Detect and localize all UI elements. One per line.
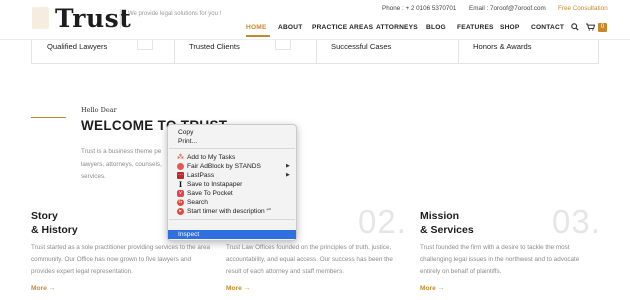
lastpass-icon: ··· <box>177 172 184 179</box>
hello-heading: Hello Dear <box>81 106 117 114</box>
column-title-line: & Services <box>420 224 474 236</box>
column-title-line: & History <box>31 224 78 236</box>
nav-attorneys[interactable]: ATTORNEYS <box>376 24 418 31</box>
stats-strip: Qualified Lawyers Trusted Clients Succes… <box>31 40 599 64</box>
stat-honors-awards: Honors & Awards <box>473 42 532 51</box>
nav-contact[interactable]: CONTACT <box>531 24 564 31</box>
cart-count-badge: 0 <box>598 23 607 32</box>
column-number-3: 03. <box>552 203 601 240</box>
column-title-line: Mission <box>420 210 460 222</box>
phone-info: Phone : + 2 0106 5370701 <box>382 5 457 12</box>
search-icon[interactable] <box>571 23 579 33</box>
stat-divider <box>174 40 175 63</box>
column-number-2: 02. <box>358 203 407 240</box>
menu-item-start-timer[interactable]: ▸ Start timer with description “” <box>168 207 296 216</box>
main-nav: HOME ABOUT PRACTICE AREAS ATTORNEYS BLOG… <box>0 24 630 36</box>
nav-shop[interactable]: SHOP <box>500 24 520 31</box>
menu-item-label: Save To Pocket <box>187 190 233 197</box>
hello-accent-line <box>31 117 66 118</box>
menu-item-inspect[interactable]: Inspect <box>168 230 296 239</box>
menu-item-label: Search <box>187 199 208 206</box>
menu-item-search[interactable]: G Search <box>168 198 296 207</box>
column-text-story: Trust started as a sole practitioner pro… <box>31 244 210 276</box>
nav-features[interactable]: FEATURES <box>457 24 494 31</box>
timer-icon: ▸ <box>177 208 184 215</box>
nav-practice-areas[interactable]: PRACTICE AREAS <box>312 24 373 31</box>
menu-item-lastpass[interactable]: ··· LastPass ▶ <box>168 171 296 180</box>
cart-icon[interactable] <box>586 23 596 33</box>
menu-item-label: Fair AdBlock by STANDS <box>187 163 261 170</box>
menu-item-label: Save to Instapaper <box>187 181 243 188</box>
nav-home[interactable]: HOME <box>246 24 267 31</box>
submenu-arrow-icon: ▶ <box>286 163 290 169</box>
stat-successful-cases: Successful Cases <box>331 42 392 51</box>
nav-blog[interactable]: BLOG <box>426 24 446 31</box>
stat-qualified-lawyers: Qualified Lawyers <box>47 42 108 51</box>
menu-item-label: Inspect <box>178 231 200 238</box>
stat-trusted-clients: Trusted Clients <box>189 42 240 51</box>
search-icon: G <box>177 199 184 206</box>
menu-item-label: Print... <box>178 138 198 145</box>
menu-separator <box>169 148 295 149</box>
free-consultation-link[interactable]: Free Consultation <box>558 5 608 12</box>
tagline: We provide legal solutions for you ! <box>128 11 222 17</box>
menu-item-add-to-my-tasks[interactable]: ⁂ Add to My Tasks <box>168 153 296 162</box>
more-link-2[interactable]: More → <box>226 285 250 292</box>
more-link-mission[interactable]: More → <box>420 285 444 292</box>
email-info[interactable]: Email : 7oroof@7oroof.com <box>469 5 546 12</box>
nav-about[interactable]: ABOUT <box>278 24 302 31</box>
stat-divider <box>458 40 459 63</box>
more-link-story[interactable]: More → <box>31 285 55 292</box>
menu-item-print[interactable]: Print... <box>168 137 296 146</box>
nav-active-underline <box>246 35 270 37</box>
menu-separator <box>169 219 295 220</box>
instapaper-icon: I <box>178 180 183 189</box>
pocket-icon: v <box>177 190 184 197</box>
context-menu: Copy Print... ⁂ Add to My Tasks Fair AdB… <box>167 124 297 241</box>
menu-item-save-to-pocket[interactable]: v Save To Pocket <box>168 189 296 198</box>
submenu-arrow-icon: ▶ <box>286 172 290 178</box>
stat-divider <box>316 40 317 63</box>
menu-item-label: Add to My Tasks <box>187 154 236 161</box>
menu-item-fair-adblock[interactable]: Fair AdBlock by STANDS ▶ <box>168 162 296 171</box>
intro-text: Trust is a business theme pe lawyers, at… <box>81 148 162 180</box>
menu-item-label: Copy <box>178 129 194 136</box>
stat-icon-clients <box>275 40 291 50</box>
column-title-story: Story & History <box>31 209 78 237</box>
stat-icon-lawyers <box>137 40 153 50</box>
adblock-icon <box>177 163 184 170</box>
menu-item-label: LastPass <box>187 172 215 179</box>
column-title-line: Story <box>31 210 58 222</box>
column-text-2: Trust Law Offices founded on the princip… <box>226 244 393 276</box>
menu-item-label: Start timer with description “” <box>187 208 271 215</box>
menu-item-copy[interactable]: Copy <box>168 128 296 137</box>
column-text-mission: Trust founded the firm with a desire to … <box>420 244 580 276</box>
tasks-icon: ⁂ <box>177 154 184 161</box>
column-title-mission: Mission & Services <box>420 209 474 237</box>
menu-item-save-to-instapaper[interactable]: I Save to Instapaper <box>168 180 296 189</box>
